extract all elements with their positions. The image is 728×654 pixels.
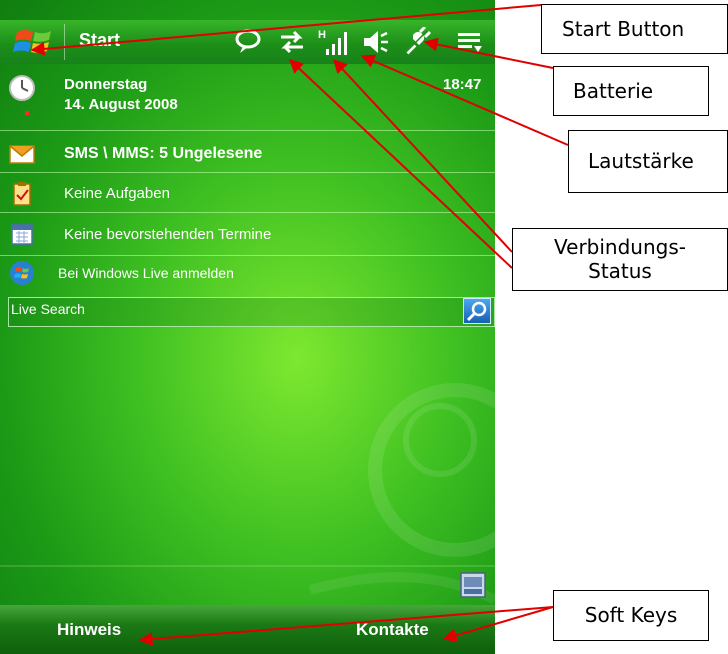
- speech-bubble-icon[interactable]: [233, 27, 263, 57]
- divider: [0, 212, 495, 213]
- plug-icon[interactable]: [401, 27, 431, 57]
- appointments-status[interactable]: Keine bevorstehenden Termine: [64, 226, 271, 243]
- messages-status[interactable]: SMS \ MMS: 5 Ungelesene: [64, 145, 262, 163]
- magnifier-icon: [466, 301, 487, 322]
- divider: [0, 172, 495, 173]
- windows-flag-icon: [13, 30, 51, 53]
- callout-connection: Verbindungs- Status: [512, 228, 728, 291]
- callout-connection-line2: Status: [588, 259, 652, 283]
- start-button[interactable]: [9, 22, 59, 62]
- search-label: Live Search: [11, 301, 85, 317]
- callout-connection-line1: Verbindungs-: [554, 235, 686, 259]
- clipboard-icon[interactable]: [8, 180, 36, 208]
- callout-volume: Lautstärke: [568, 130, 728, 193]
- time-label[interactable]: 18:47: [443, 76, 481, 93]
- keyboard-icon[interactable]: [460, 572, 486, 598]
- date-label[interactable]: 14. August 2008: [64, 96, 178, 113]
- callout-battery: Batterie: [553, 66, 709, 116]
- calendar-icon[interactable]: [8, 220, 36, 248]
- callout-start-button: Start Button: [541, 4, 728, 54]
- clock-icon[interactable]: [8, 74, 36, 102]
- signal-strength-icon[interactable]: H: [316, 27, 352, 57]
- weekday-label[interactable]: Donnerstag: [64, 76, 147, 93]
- title-separator: [64, 24, 65, 60]
- speaker-icon[interactable]: [360, 27, 390, 57]
- sync-arrows-icon[interactable]: [277, 27, 307, 57]
- menu-icon[interactable]: [455, 27, 485, 57]
- envelope-icon[interactable]: [8, 140, 36, 168]
- windows-live-icon[interactable]: [8, 259, 36, 287]
- title-text: Start: [79, 30, 121, 50]
- search-button[interactable]: [463, 298, 491, 324]
- callout-soft-keys: Soft Keys: [553, 590, 709, 641]
- softkey-right[interactable]: Kontakte: [356, 620, 429, 640]
- divider: [0, 255, 495, 256]
- windows-live-signin[interactable]: Bei Windows Live anmelden: [58, 265, 234, 281]
- svg-text:H: H: [318, 29, 326, 41]
- softkey-left[interactable]: Hinweis: [57, 620, 121, 640]
- divider: [0, 130, 495, 131]
- clock-indicator: [25, 111, 29, 115]
- tasks-status[interactable]: Keine Aufgaben: [64, 185, 170, 202]
